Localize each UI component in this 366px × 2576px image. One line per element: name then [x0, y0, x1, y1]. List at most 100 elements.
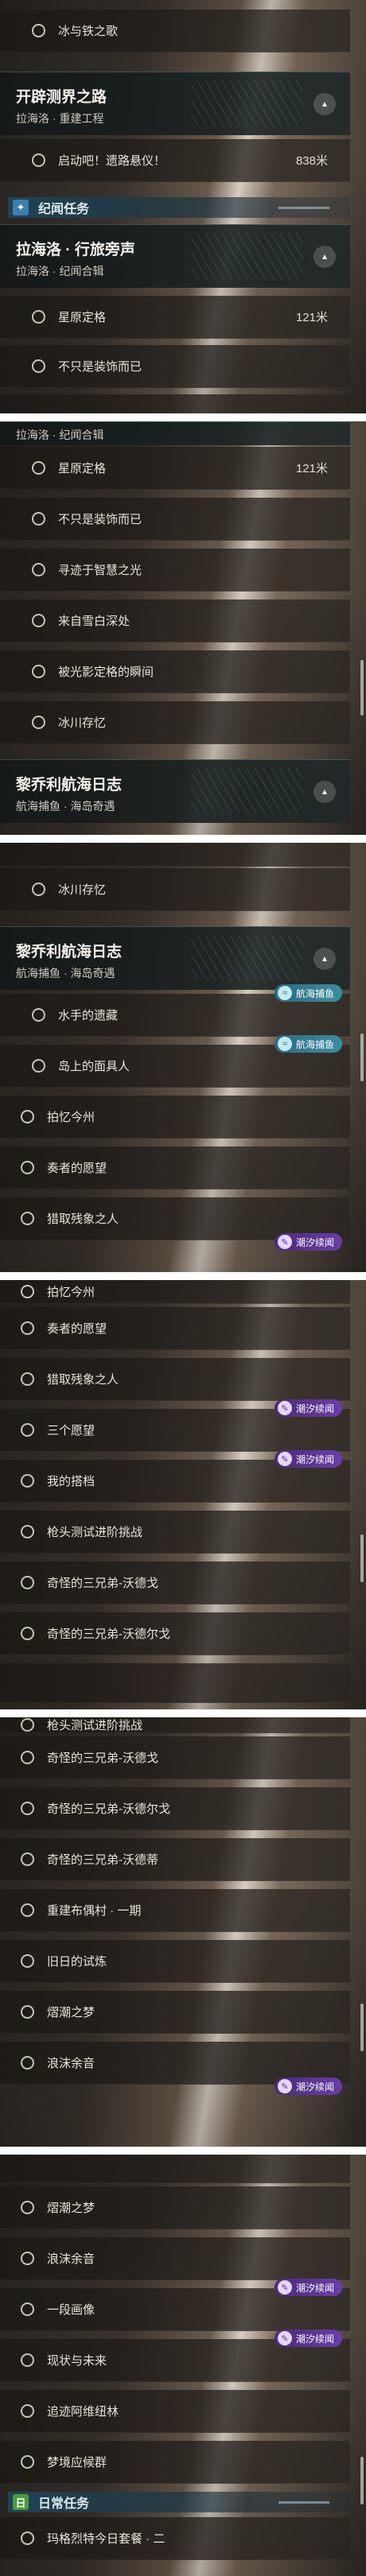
section-header-world[interactable]: ✦ 纪闻任务 [8, 197, 350, 218]
task-row[interactable]: 奇怪的三兄弟-沃德戈 [0, 1562, 350, 1604]
badge-label: 潮汐续闻 [295, 1236, 334, 1248]
task-row[interactable]: 熠潮之梦 [0, 1991, 350, 2034]
task-row[interactable]: 一段画像 ✎ 潮汐续闻 [0, 2279, 350, 2331]
circle-icon [21, 2252, 34, 2265]
task-row[interactable]: 冰与铁之歌 [0, 10, 350, 52]
badge-tide: ✎ 潮汐续闻 [274, 2279, 342, 2296]
task-row[interactable]: 来自雪白深处 [0, 599, 350, 642]
task-row[interactable]: 不只是装饰而已 [0, 498, 350, 541]
task-row[interactable]: 枪头测试进阶挑战 [0, 1511, 350, 1554]
circle-icon [21, 1525, 34, 1538]
section-decoration [278, 206, 329, 209]
screen-divider [0, 413, 366, 421]
task-row[interactable]: 熠潮之梦 [0, 2186, 350, 2229]
screen-5: 枪头测试进阶挑战 奇怪的三兄弟-沃德戈 奇怪的三兄弟-沃德尔戈 奇怪的三兄弟-沃… [0, 1717, 366, 2147]
task-label: 奇怪的三兄弟-沃德戈 [47, 1577, 158, 1590]
task-row[interactable]: 追迹阿维纽林 [0, 2390, 350, 2433]
task-row[interactable]: 奏者的愿望 [0, 1146, 350, 1189]
task-row[interactable]: 冰川存忆 [0, 701, 350, 744]
quest-header[interactable]: 拉海洛 · 纪闻合辑 [0, 421, 350, 445]
task-row[interactable]: 奇怪的三兄弟-沃德戈 [0, 1736, 350, 1779]
task-row[interactable]: 岛上的面具人 ≈ 航海捕鱼 [0, 1035, 350, 1088]
screen-4: 拍忆今州 奏者的愿望 猎取残象之人 三个愿望 ✎ 潮汐续闻 我的搭档 ✎ 潮汐续… [0, 1280, 366, 1709]
task-label: 来自雪白深处 [58, 615, 130, 628]
circle-icon [21, 1751, 34, 1764]
task-row[interactable]: 重建布偶村 · 一期 [0, 1889, 350, 1932]
task-row[interactable]: 不只是装饰而已 [0, 345, 350, 388]
task-row[interactable] [0, 1663, 350, 1703]
quest-subtitle: 拉海洛 · 纪闻合辑 [16, 429, 104, 441]
header-pattern [191, 80, 302, 126]
circle-icon [21, 1852, 34, 1866]
collapse-icon[interactable]: ▲ [313, 781, 336, 803]
task-row[interactable]: 星原定格 121米 [0, 447, 350, 490]
task-row[interactable]: 浪沫余音 ✎ 潮汐续闻 [0, 2042, 350, 2095]
task-row[interactable]: 奇怪的三兄弟-沃德尔戈 [0, 1612, 350, 1655]
task-row[interactable] [0, 394, 350, 413]
tide-icon: ✎ [277, 2079, 292, 2093]
task-label: 被光影定格的瞬间 [58, 665, 154, 679]
task-label: 水手的遗藏 [58, 1009, 119, 1022]
collapse-icon[interactable]: ▲ [313, 93, 336, 115]
task-row[interactable]: 我的搭档 ✎ 潮汐续闻 [0, 1450, 350, 1503]
scrollbar[interactable] [360, 1034, 364, 1081]
task-row[interactable]: 枪头测试进阶挑战 [0, 1717, 350, 1733]
tide-icon: ✎ [277, 1401, 292, 1415]
task-row[interactable]: 浪沫余音 [0, 2237, 350, 2280]
task-label: 猎取残象之人 [47, 1212, 119, 1226]
task-label: 现状与未来 [47, 2354, 107, 2368]
task-row[interactable]: 奇怪的三兄弟-沃德蒂 [0, 1838, 350, 1881]
task-row[interactable]: 拍忆今州 [0, 1096, 350, 1139]
quest-header[interactable]: 黎乔利航海日志 航海捕鱼 · 海岛奇遇 ▲ [0, 759, 350, 823]
task-row[interactable]: 奇怪的三兄弟-沃德尔戈 [0, 1787, 350, 1830]
section-title: 日常任务 [38, 2497, 90, 2511]
task-row[interactable]: 三个愿望 ✎ 潮汐续闻 [0, 1399, 350, 1452]
daily-quest-icon: 日 [13, 2494, 29, 2510]
distance-text: 121米 [295, 462, 328, 475]
circle-icon [32, 461, 45, 475]
task-label: 奇怪的三兄弟-沃德戈 [47, 1752, 158, 1765]
collapse-icon[interactable]: ▲ [313, 948, 336, 970]
quest-subtitle: 拉海洛 · 纪闻合辑 [16, 265, 104, 277]
screen-divider [0, 1272, 366, 1280]
task-row[interactable]: 猎取残象之人 ✎ 潮汐续闻 [0, 1197, 350, 1251]
badge-label: 潮汐续闻 [295, 1453, 334, 1465]
circle-icon [21, 2353, 34, 2367]
scrollbar[interactable] [360, 660, 364, 716]
scrollbar[interactable] [360, 2004, 364, 2051]
task-row[interactable]: 玛格烈特今日套餐 · 二 [0, 2517, 350, 2560]
task-row[interactable] [0, 843, 350, 867]
task-row[interactable]: 被光影定格的瞬间 [0, 650, 350, 693]
task-row[interactable]: 猎取残象之人 [0, 1358, 350, 1401]
task-label: 奇怪的三兄弟-沃德尔戈 [47, 1627, 170, 1641]
task-row[interactable]: 启动吧！遗路悬仪！ 838米 [0, 139, 350, 182]
screen-3: 冰川存忆 黎乔利航海日志 航海捕鱼 · 海岛奇遇 ▲ 水手的遗藏 ≈ 航海捕鱼 … [0, 843, 366, 1272]
badge-tide: ✎ 潮汐续闻 [274, 1450, 342, 1468]
section-header-daily[interactable]: 日 日常任务 [8, 2492, 350, 2512]
task-row[interactable]: 奏者的愿望 [0, 1307, 350, 1350]
badge-tide: ✎ 潮汐续闻 [274, 2330, 342, 2347]
quest-header[interactable]: 黎乔利航海日志 航海捕鱼 · 海岛奇遇 ▲ [0, 926, 350, 990]
circle-icon [21, 2201, 34, 2214]
task-row[interactable]: 旧日的试炼 [0, 1940, 350, 1983]
scrollbar[interactable] [360, 1534, 364, 1582]
task-row[interactable]: 拍忆今州 [0, 1280, 350, 1304]
task-row[interactable]: 寻迹于智慧之光 [0, 549, 350, 592]
task-row[interactable] [0, 2155, 350, 2183]
task-label: 猎取残象之人 [47, 1373, 119, 1387]
task-row[interactable]: 冰川存忆 [0, 868, 350, 911]
quest-header[interactable]: 拉海洛 · 行旅旁声 拉海洛 · 纪闻合辑 ▲ [0, 224, 350, 288]
task-label: 奇怪的三兄弟-沃德尔戈 [47, 1802, 170, 1816]
circle-icon [21, 2302, 34, 2316]
task-row[interactable]: 水手的遗藏 ≈ 航海捕鱼 [0, 984, 350, 1037]
fishing-icon: ≈ [277, 986, 292, 1000]
quest-header[interactable]: 开辟测界之路 拉海洛 · 重建工程 ▲ [0, 72, 350, 135]
quest-title: 黎乔利航海日志 [16, 944, 123, 960]
collapse-icon[interactable]: ▲ [313, 246, 336, 268]
scrollbar[interactable] [360, 2457, 364, 2504]
circle-icon [21, 1954, 34, 1968]
badge-tide: ✎ 潮汐续闻 [274, 1233, 342, 1251]
task-row[interactable]: 现状与未来 ✎ 潮汐续闻 [0, 2330, 350, 2382]
task-row[interactable]: 梦境应候群 [0, 2441, 350, 2484]
task-row[interactable]: 星原定格 121米 [0, 296, 350, 339]
